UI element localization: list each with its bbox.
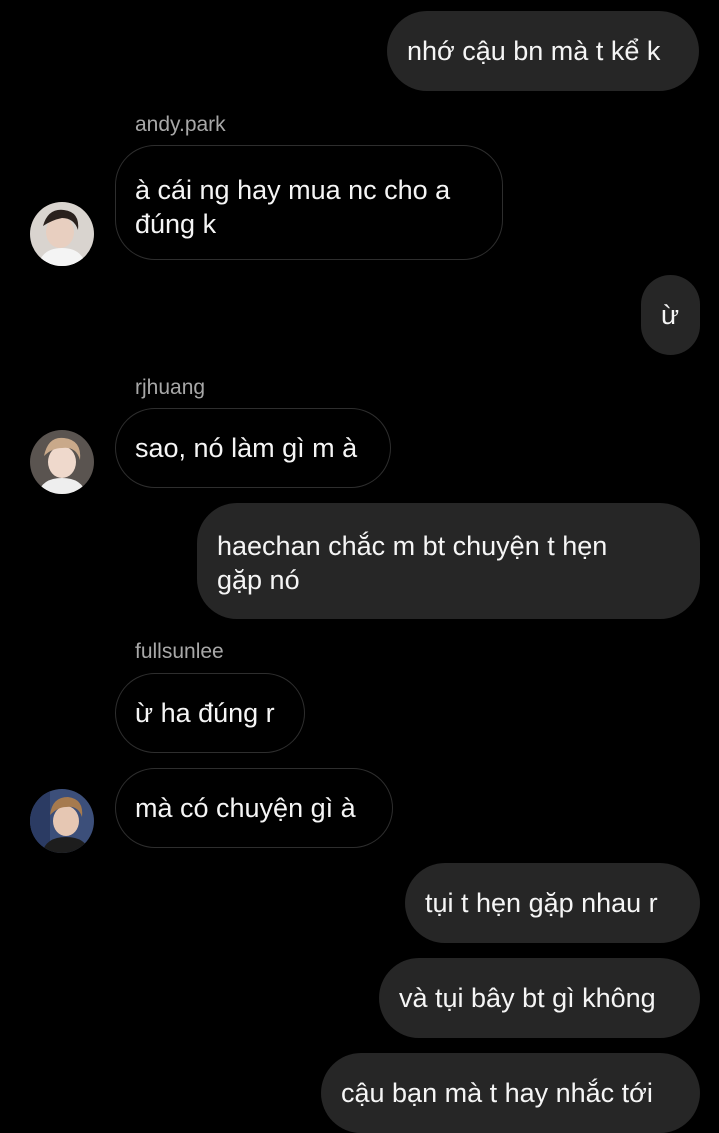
sender-name: rjhuang [135,376,206,399]
avatar[interactable] [30,430,94,494]
profile-photo-icon [30,202,94,266]
message-bubble-incoming[interactable]: mà có chuyện gì à [115,768,393,848]
sender-name: andy.park [135,113,226,136]
message-bubble-incoming[interactable]: sao, nó làm gì m à [115,408,391,488]
avatar[interactable] [30,789,94,853]
chat-thread: nhớ cậu bn mà t kể k andy.park à cái ng … [0,0,719,1133]
message-bubble-incoming[interactable]: à cái ng hay mua nc cho a đúng k [115,145,503,260]
profile-photo-icon [30,430,94,494]
message-bubble-outgoing[interactable]: tụi t hẹn gặp nhau r [405,863,700,943]
message-bubble-outgoing[interactable]: ừ [641,275,700,355]
message-bubble-outgoing[interactable]: haechan chắc m bt chuyện t hẹn gặp nó [197,503,700,619]
message-bubble-incoming[interactable]: ừ ha đúng r [115,673,305,753]
message-bubble-outgoing[interactable]: và tụi bây bt gì không [379,958,700,1038]
profile-photo-icon [30,789,94,853]
message-bubble-outgoing[interactable]: nhớ cậu bn mà t kể k [387,11,699,91]
avatar[interactable] [30,202,94,266]
sender-name: fullsunlee [135,640,224,663]
message-bubble-outgoing[interactable]: cậu bạn mà t hay nhắc tới [321,1053,700,1133]
